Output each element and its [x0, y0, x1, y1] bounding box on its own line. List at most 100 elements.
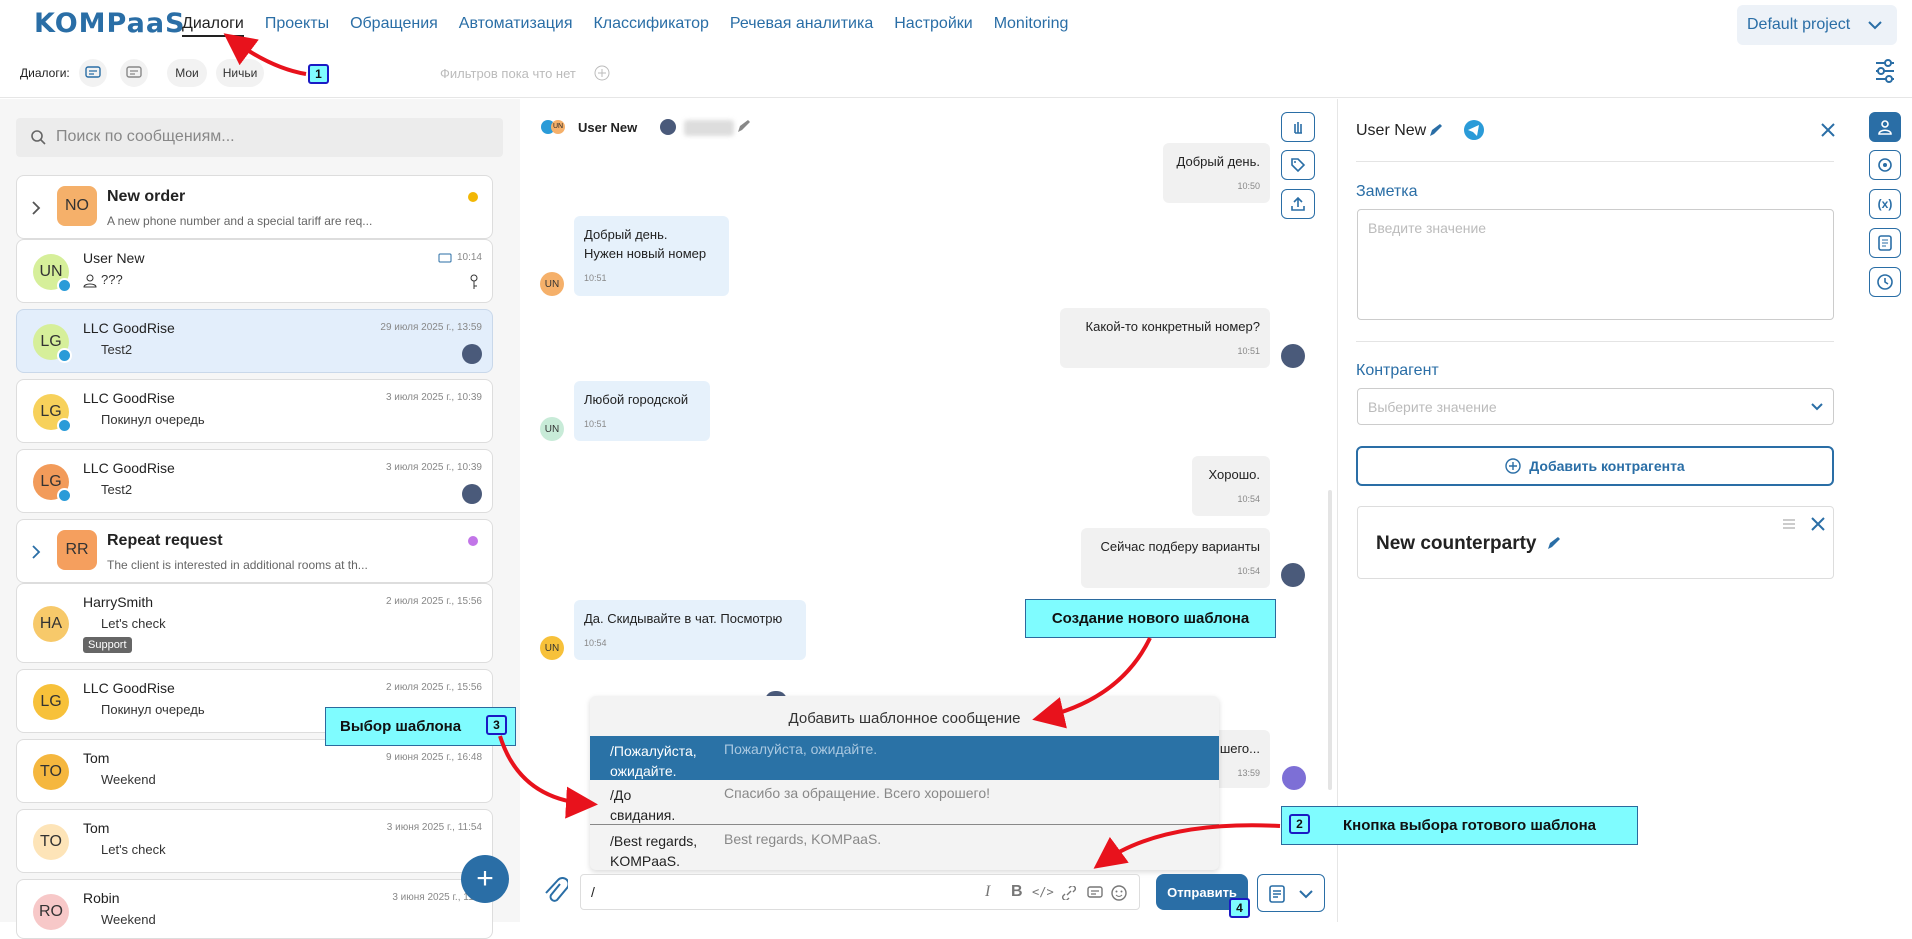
operator-avatar: [462, 344, 482, 364]
group-repeat-request[interactable]: RR Repeat request The client is interest…: [16, 519, 493, 583]
close-icon[interactable]: [1820, 122, 1836, 138]
variables-icon[interactable]: (x): [1869, 189, 1901, 219]
close-icon[interactable]: [1810, 516, 1826, 532]
avatar: UN: [540, 417, 564, 441]
chat-header-avatars: UN: [541, 120, 567, 134]
dialog-name: Robin: [83, 890, 120, 906]
message-incoming: Любой городской 10:51: [574, 381, 710, 441]
italic-icon[interactable]: I: [985, 883, 990, 901]
key-icon: [470, 274, 478, 289]
filters-label: Диалоги:: [20, 66, 70, 80]
logo: KOMPaaS: [34, 8, 186, 39]
emoji-icon[interactable]: [1111, 885, 1127, 901]
dialog-item[interactable]: HA HarrySmith Let's check 2 июля 2025 г.…: [16, 583, 493, 663]
avatar: UN: [551, 120, 565, 134]
dialog-date: 2 июля 2025 г., 15:56: [385, 682, 482, 693]
template-item[interactable]: /Best regards, KOMPaaS. Best regards, KOM…: [590, 826, 1219, 870]
dialog-item-selected[interactable]: LG LLC GoodRise Test2 29 июля 2025 г., 1…: [16, 309, 493, 373]
settings-sliders-icon[interactable]: [1782, 517, 1796, 531]
document-icon[interactable]: [1869, 228, 1901, 258]
chevron-down-icon: [1811, 403, 1823, 411]
tag-icon[interactable]: [1281, 150, 1315, 180]
clock-icon[interactable]: [1869, 267, 1901, 297]
annotation-number: 3: [486, 715, 507, 735]
chat-outline-filter-icon[interactable]: [120, 59, 148, 87]
dialog-item[interactable]: RO Robin Weekend 3 июня 2025 г., 11:5: [16, 879, 493, 939]
upload-icon[interactable]: [1281, 189, 1315, 219]
dialog-name: LLC GoodRise: [83, 320, 175, 336]
hand-icon[interactable]: [1281, 112, 1315, 142]
chevron-right-icon[interactable]: [31, 544, 41, 560]
user-icon[interactable]: [1869, 112, 1901, 142]
group-title: New order: [107, 188, 186, 205]
document-icon: [1269, 885, 1285, 903]
project-select[interactable]: Default project: [1737, 5, 1897, 45]
scrollbar[interactable]: [1328, 490, 1332, 790]
dialog-last-message: Покинул очередь: [101, 702, 205, 717]
ai-icon[interactable]: [1869, 150, 1901, 180]
avatar: TO: [33, 754, 69, 790]
template-popup: Добавить шаблонное сообщение /Пожалуйста…: [590, 696, 1219, 870]
user-icon: [83, 274, 97, 288]
dialog-item[interactable]: LG LLC GoodRise Test2 3 июля 2025 г., 10…: [16, 449, 493, 513]
divider: [1356, 341, 1834, 342]
operator-avatar: [660, 119, 676, 135]
note-label: Заметка: [1356, 183, 1418, 200]
template-item[interactable]: /До свидания. Спасибо за обращение. Всего…: [590, 780, 1219, 824]
dialog-date: 2 июля 2025 г., 15:56: [385, 596, 482, 607]
chevron-right-icon[interactable]: [31, 200, 41, 216]
dialog-item[interactable]: TO Tom Let's check 3 июня 2025 г., 11:54: [16, 809, 493, 873]
paperclip-icon[interactable]: [542, 876, 568, 908]
nav-monitoring[interactable]: Monitoring: [994, 15, 1069, 37]
dialog-date: 3 июня 2025 г., 11:54: [386, 822, 482, 833]
message-outgoing: Сейчас подберу варианты 10:54: [1081, 528, 1270, 588]
link-icon[interactable]: [1061, 886, 1077, 900]
code-icon[interactable]: </>: [1032, 885, 1054, 899]
project-select-value: Default project: [1747, 16, 1851, 33]
add-contractor-button[interactable]: Добавить контрагента: [1356, 446, 1834, 486]
avatar: RR: [57, 530, 97, 570]
status-dot: [468, 192, 478, 202]
settings-sliders-icon[interactable]: [1874, 59, 1896, 83]
dialog-name: User New: [83, 250, 145, 266]
template-popup-header[interactable]: Добавить шаблонное сообщение: [590, 696, 1219, 736]
search-placeholder: Поиск по сообщениям...: [56, 128, 235, 145]
template-icon[interactable]: [1087, 886, 1103, 900]
bold-icon[interactable]: B: [1011, 883, 1023, 901]
callout-template-button: Кнопка выбора готового шаблона: [1281, 806, 1638, 845]
group-new-order[interactable]: NO New order A new phone number and a sp…: [16, 175, 493, 239]
template-item[interactable]: /Пожалуйста, ожидайте. Пожалуйста, ожидай…: [590, 736, 1219, 780]
avatar: RO: [33, 894, 69, 930]
filter-nobody-button[interactable]: Ничьи: [216, 59, 264, 87]
nav-speech-analytics[interactable]: Речевая аналитика: [730, 15, 873, 37]
contractor-select[interactable]: Выберите значение: [1357, 388, 1834, 425]
add-filter-icon[interactable]: [594, 65, 610, 81]
no-filters-text: Фильтров пока что нет: [440, 66, 576, 81]
message-input[interactable]: / I B </>: [580, 874, 1140, 910]
pencil-icon[interactable]: [1546, 535, 1562, 551]
send-mode-dropdown[interactable]: [1257, 874, 1325, 912]
chevron-down-icon: [1868, 21, 1882, 30]
dialog-item-user-new[interactable]: UN User New ??? 10:14: [16, 239, 493, 303]
new-dialog-button[interactable]: +: [461, 855, 509, 903]
dialog-item[interactable]: TO Tom Weekend 9 июня 2025 г., 16:48: [16, 739, 493, 803]
main-nav: Диалоги Проекты Обращения Автоматизация …: [182, 15, 1068, 37]
pencil-icon[interactable]: [736, 118, 752, 134]
chat-filter-icon[interactable]: [79, 59, 107, 87]
message-incoming: Да. Скидывайте в чат. Посмотрю 10:54: [574, 600, 806, 660]
nav-settings[interactable]: Настройки: [894, 15, 972, 37]
filter-mine-button[interactable]: Мои: [167, 59, 207, 87]
nav-projects[interactable]: Проекты: [265, 15, 329, 37]
dialog-date: 10:14: [456, 252, 482, 263]
note-field[interactable]: Введите значение: [1357, 209, 1834, 320]
dialog-last-message: Test2: [101, 482, 133, 497]
search-input[interactable]: Поиск по сообщениям...: [16, 118, 503, 157]
telegram-icon: [57, 348, 72, 363]
nav-classifier[interactable]: Классификатор: [593, 15, 708, 37]
nav-automation[interactable]: Автоматизация: [459, 15, 573, 37]
dialog-date: 29 июля 2025 г., 13:59: [380, 322, 482, 333]
pencil-icon[interactable]: [1428, 122, 1444, 138]
dialog-item[interactable]: LG LLC GoodRise Покинул очередь 3 июля 2…: [16, 379, 493, 443]
nav-dialogs[interactable]: Диалоги: [182, 15, 244, 37]
nav-requests[interactable]: Обращения: [350, 15, 438, 37]
